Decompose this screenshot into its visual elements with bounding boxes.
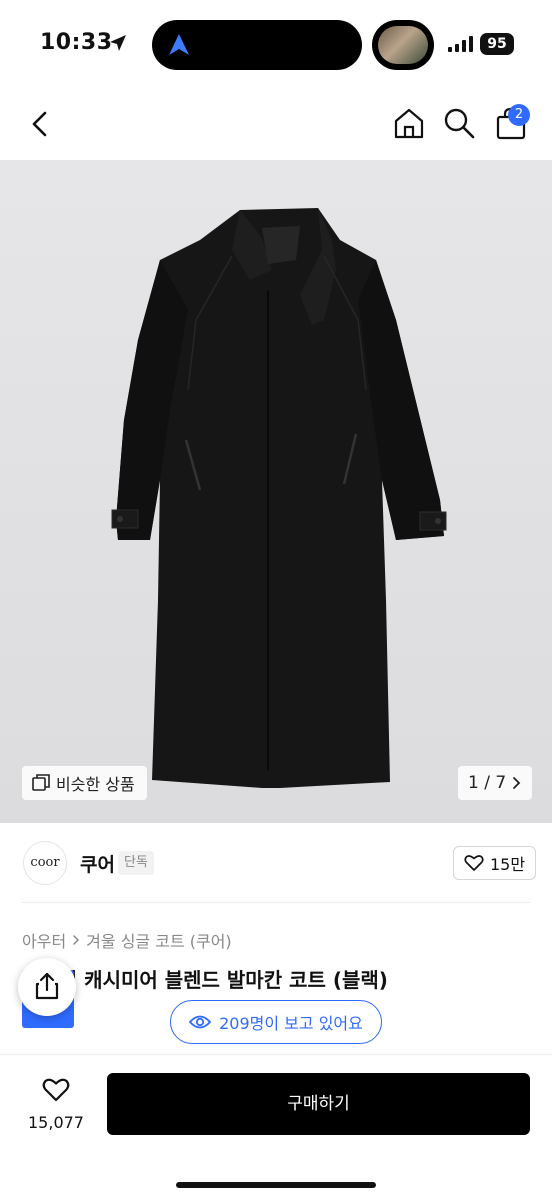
heart-icon [42,1078,70,1102]
cart-count-badge: 2 [508,104,530,126]
similar-products-label: 비슷한 상품 [56,775,135,794]
chevron-right-icon [73,935,80,945]
breadcrumb-subcategory[interactable]: 겨울 싱글 코트 (쿠어) [86,928,232,952]
navigation-arrow-icon [169,34,189,55]
wishlist-button[interactable]: 15,077 [20,1071,92,1141]
brand-like-button[interactable]: 15만 [453,846,537,880]
divider [22,902,530,903]
similar-products-icon [32,774,50,791]
heart-icon [464,855,484,871]
app-header [0,90,552,160]
page-indicator-text: 1 / 7 [468,773,507,793]
status-bar: 10:33 95 [0,0,552,90]
back-icon[interactable] [26,108,54,140]
media-activity[interactable] [372,20,434,70]
chevron-right-icon [513,777,521,789]
home-indicator[interactable] [176,1182,376,1188]
buy-button[interactable]: 구매하기 [107,1073,530,1135]
share-icon [35,972,59,1000]
gallery-page-indicator[interactable]: 1 / 7 [458,766,533,800]
brand-row: coor 쿠어 단독 15만 [0,830,552,900]
eye-icon [189,1015,212,1029]
status-time: 10:33 [40,30,113,55]
signal-icon [448,36,473,52]
brand-name[interactable]: 쿠어 [80,850,115,877]
coat-product-photo [111,208,447,788]
dynamic-island[interactable] [152,20,362,70]
location-arrow-icon [110,35,126,51]
brand-like-count: 15만 [490,855,526,874]
search-icon[interactable] [442,106,476,140]
breadcrumb-category[interactable]: 아우터 [22,928,66,952]
media-thumbnail [378,26,428,64]
battery-icon: 95 [480,33,514,55]
viewers-indicator: 209명이 보고 있어요 [170,1000,382,1044]
share-button[interactable] [18,958,76,1028]
home-icon[interactable] [392,106,426,140]
breadcrumb: 아우터 겨울 싱글 코트 (쿠어) [22,928,232,952]
viewers-text: 209명이 보고 있어요 [219,1014,363,1033]
exclusive-badge: 단독 [118,851,154,875]
brand-logo[interactable]: coor [23,841,67,885]
product-image-gallery[interactable]: 비슷한 상품 1 / 7 [0,160,552,823]
similar-products-button[interactable]: 비슷한 상품 [22,766,147,800]
share-button-circle[interactable] [18,958,76,1016]
bottom-purchase-bar: 15,077 구매하기 [0,1054,552,1200]
product-title: 벨라디 캐시미어 블렌드 발마칸 코트 (블랙) [22,968,388,992]
wishlist-count: 15,077 [28,1113,84,1132]
